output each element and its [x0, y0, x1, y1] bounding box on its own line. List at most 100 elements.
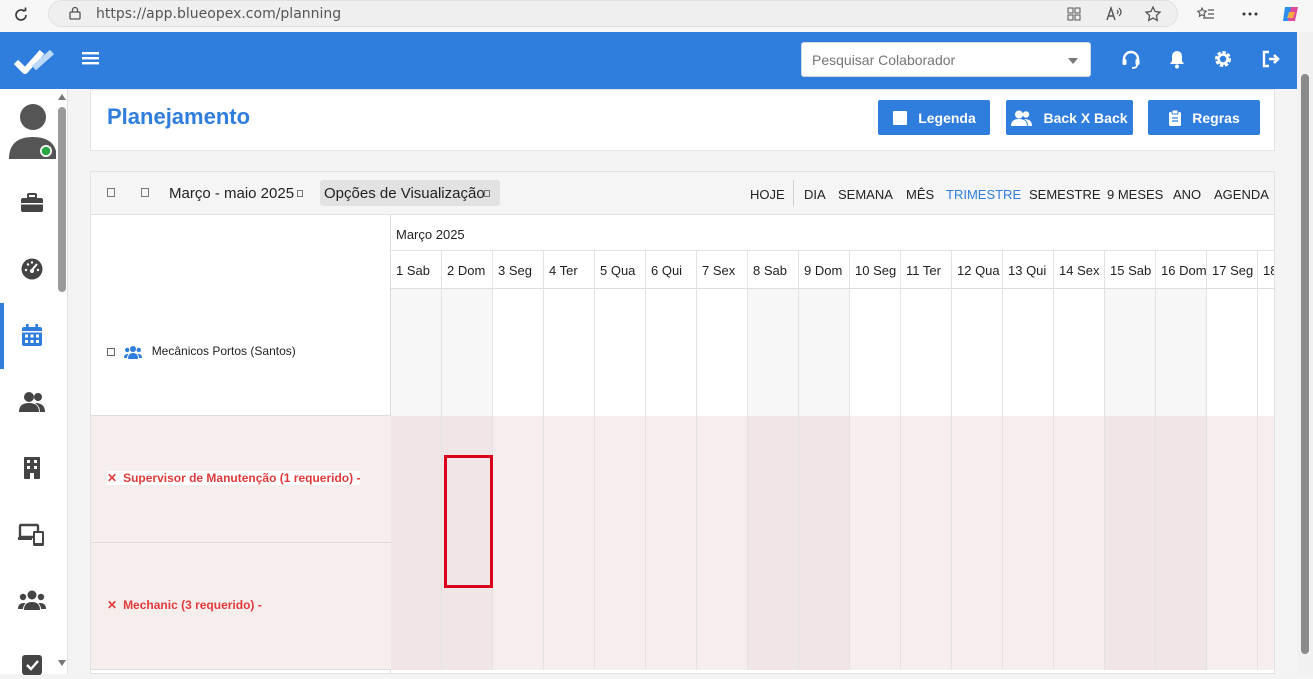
calendar-cell[interactable] — [697, 543, 748, 670]
calendar-cell[interactable] — [544, 289, 595, 416]
calendar-cell[interactable] — [1207, 543, 1258, 670]
calendar-cell[interactable] — [901, 289, 952, 416]
calendar-cell[interactable] — [493, 416, 544, 543]
calendar-cell[interactable] — [1003, 543, 1054, 670]
calendar-cell[interactable] — [1105, 289, 1156, 416]
scrollbar-thumb[interactable] — [58, 107, 66, 292]
calendar-cell[interactable] — [748, 416, 799, 543]
bell-icon[interactable] — [1166, 48, 1188, 70]
view-semester[interactable]: SEMESTRE — [1029, 187, 1101, 202]
close-icon[interactable]: ✕ — [107, 471, 117, 485]
calendar-cell[interactable] — [748, 543, 799, 670]
date-range-selector[interactable]: Março - maio 2025 — [169, 185, 294, 202]
gear-icon[interactable] — [1212, 48, 1234, 70]
calendar-cell[interactable] — [1156, 416, 1207, 543]
back-x-back-button[interactable]: Back X Back — [1006, 100, 1133, 135]
dashboard-gauge-icon[interactable] — [18, 255, 46, 283]
more-options-icon[interactable] — [1240, 4, 1260, 24]
selected-cell-highlight[interactable] — [444, 455, 493, 588]
chevron-down-icon[interactable] — [1068, 58, 1078, 64]
scroll-up-arrow-icon[interactable] — [57, 93, 67, 101]
users-icon[interactable] — [18, 388, 46, 416]
calendar-cell[interactable] — [697, 416, 748, 543]
calendar-cell[interactable] — [391, 289, 442, 416]
close-icon[interactable]: ✕ — [107, 598, 117, 612]
calendar-cell[interactable] — [1003, 416, 1054, 543]
calendar-cell[interactable] — [1207, 416, 1258, 543]
calendar-cell[interactable] — [391, 543, 442, 670]
calendar-cell[interactable] — [1258, 289, 1274, 416]
calendar-cell[interactable] — [799, 289, 850, 416]
next-arrow-icon[interactable] — [141, 188, 149, 197]
calendar-cell[interactable] — [1207, 289, 1258, 416]
calendar-cell[interactable] — [1003, 289, 1054, 416]
calendar-cell[interactable] — [850, 416, 901, 543]
calendar-cell[interactable] — [799, 543, 850, 670]
copilot-icon[interactable] — [1281, 4, 1301, 24]
calendar-cell[interactable] — [493, 289, 544, 416]
calendar-cell[interactable] — [1156, 289, 1207, 416]
sidebar-scrollbar[interactable] — [56, 89, 68, 674]
team-icon[interactable] — [18, 586, 46, 614]
calendar-cell[interactable] — [1054, 543, 1105, 670]
favorite-star-icon[interactable] — [1143, 4, 1163, 24]
hamburger-menu-icon[interactable] — [82, 50, 102, 70]
favorites-list-icon[interactable] — [1196, 4, 1216, 24]
calendar-cell[interactable] — [493, 543, 544, 670]
view-year[interactable]: ANO — [1173, 187, 1201, 202]
regras-button[interactable]: Regras — [1148, 100, 1260, 135]
blueopex-logo[interactable] — [13, 46, 56, 76]
calendar-cell[interactable] — [391, 416, 442, 543]
read-aloud-icon[interactable] — [1104, 4, 1124, 24]
legenda-button[interactable]: Legenda — [878, 100, 990, 135]
view-day[interactable]: DIA — [804, 187, 826, 202]
calendar-cell[interactable] — [1258, 416, 1274, 543]
calendar-cell[interactable] — [748, 289, 799, 416]
calendar-cell[interactable] — [646, 543, 697, 670]
calendar-cell[interactable] — [646, 416, 697, 543]
requirement-row-label[interactable]: ✕ Mechanic (3 requerido) - — [107, 598, 262, 612]
calendar-cell[interactable] — [1105, 416, 1156, 543]
calendar-cell[interactable] — [952, 289, 1003, 416]
calendar-cell[interactable] — [952, 416, 1003, 543]
calendar-cell[interactable] — [850, 289, 901, 416]
scrollbar-thumb[interactable] — [1301, 74, 1309, 654]
prev-arrow-icon[interactable] — [107, 188, 115, 197]
calendar-cell[interactable] — [544, 543, 595, 670]
calendar-cell[interactable] — [850, 543, 901, 670]
calendar-cell[interactable] — [595, 543, 646, 670]
calendar-cell[interactable] — [799, 416, 850, 543]
calendar-cell[interactable] — [1258, 543, 1274, 670]
view-today[interactable]: HOJE — [750, 187, 785, 202]
user-avatar[interactable] — [8, 101, 57, 159]
apps-icon[interactable] — [1064, 4, 1084, 24]
calendar-cell[interactable] — [442, 289, 493, 416]
calendar-cell[interactable] — [952, 543, 1003, 670]
requirement-row-label[interactable]: ✕ Supervisor de Manutenção (1 requerido) … — [107, 471, 361, 485]
view-agenda[interactable]: AGENDA — [1214, 187, 1269, 202]
headset-support-icon[interactable] — [1120, 48, 1142, 70]
calendar-cell[interactable] — [595, 289, 646, 416]
group-row-label[interactable]: Mecânicos Portos (Santos) — [107, 344, 296, 359]
reload-icon[interactable] — [10, 4, 32, 26]
briefcase-icon[interactable] — [18, 189, 46, 217]
calendar-cell[interactable] — [901, 543, 952, 670]
calendar-cell[interactable] — [1054, 416, 1105, 543]
date-range-dropdown-icon[interactable] — [297, 190, 303, 197]
scroll-down-arrow-icon[interactable] — [57, 659, 67, 667]
url-text[interactable]: https://app.blueopex.com/planning — [96, 6, 341, 22]
calendar-cell[interactable] — [1105, 543, 1156, 670]
view-week[interactable]: SEMANA — [838, 187, 893, 202]
building-icon[interactable] — [18, 454, 46, 482]
calendar-cell[interactable] — [697, 289, 748, 416]
calendar-cell[interactable] — [1156, 543, 1207, 670]
view-quarter[interactable]: TRIMESTRE — [946, 187, 1021, 202]
checkbox-tasks-icon[interactable] — [18, 651, 46, 679]
view-month[interactable]: MÊS — [906, 187, 934, 202]
calendar-cell[interactable] — [646, 289, 697, 416]
view-9-months[interactable]: 9 MESES — [1107, 187, 1163, 202]
collapse-toggle-icon[interactable] — [107, 347, 115, 356]
calendar-icon[interactable] — [18, 321, 46, 349]
search-input[interactable] — [812, 43, 1062, 76]
logout-icon[interactable] — [1260, 48, 1282, 70]
